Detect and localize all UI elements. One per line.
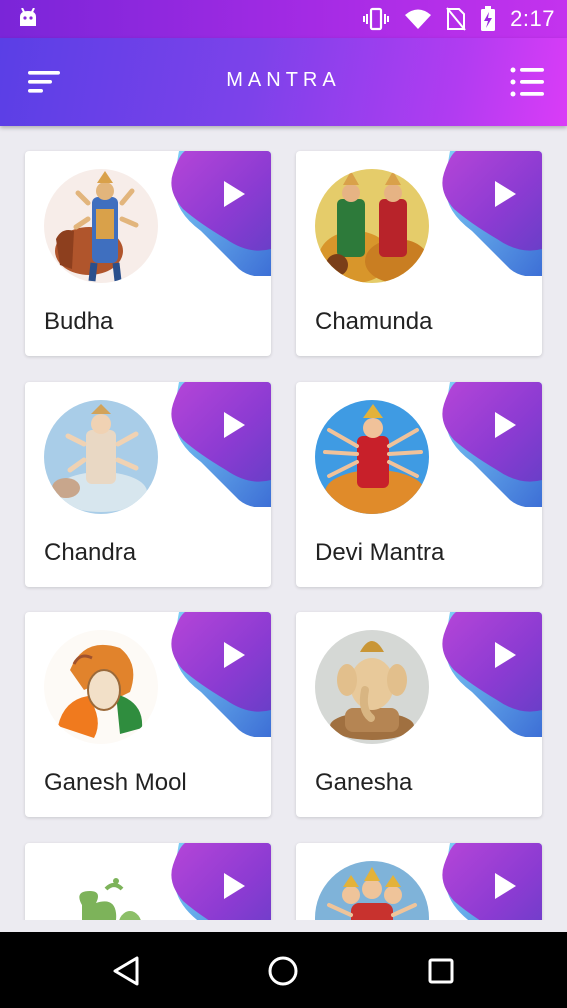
play-button-background bbox=[171, 612, 271, 737]
play-icon[interactable] bbox=[492, 410, 518, 440]
deity-image bbox=[44, 169, 158, 283]
play-button-background bbox=[442, 612, 542, 737]
mantra-name: Ganesh Mool bbox=[44, 769, 187, 796]
mantra-name: Budha bbox=[44, 308, 114, 335]
recents-icon[interactable] bbox=[422, 952, 460, 990]
mantra-card[interactable]: Ganesh Mool bbox=[25, 612, 271, 817]
play-icon[interactable] bbox=[221, 179, 247, 209]
mantra-grid: Budha Chamunda Chandra Devi Mantra Ganes… bbox=[0, 126, 567, 920]
mantra-name: Chamunda bbox=[315, 308, 433, 335]
vibrate-icon bbox=[363, 7, 390, 31]
page-title: MANTRA bbox=[226, 69, 341, 91]
mantra-card[interactable] bbox=[296, 843, 542, 920]
deity-image bbox=[315, 861, 429, 920]
deity-image bbox=[44, 630, 158, 744]
android-robot-icon bbox=[20, 8, 36, 26]
mantra-name: Devi Mantra bbox=[315, 539, 445, 566]
navigation-bar bbox=[0, 932, 567, 1008]
deity-image bbox=[44, 861, 158, 920]
list-icon[interactable] bbox=[509, 64, 545, 100]
no-sim-icon bbox=[446, 7, 466, 31]
battery-charging-icon bbox=[481, 6, 496, 31]
deity-image bbox=[315, 400, 429, 514]
play-button-background bbox=[171, 382, 271, 507]
play-icon[interactable] bbox=[492, 179, 518, 209]
mantra-card[interactable]: Devi Mantra bbox=[296, 382, 542, 587]
deity-image bbox=[315, 630, 429, 744]
status-bar: 2:17 bbox=[0, 0, 567, 38]
mantra-card[interactable]: Budha bbox=[25, 151, 271, 356]
play-icon[interactable] bbox=[221, 871, 247, 901]
status-time: 2:17 bbox=[510, 6, 555, 31]
play-icon[interactable] bbox=[221, 410, 247, 440]
mantra-card[interactable]: Ganesha bbox=[296, 612, 542, 817]
play-button-background bbox=[442, 382, 542, 507]
mantra-card[interactable] bbox=[25, 843, 271, 920]
mantra-card[interactable]: Chamunda bbox=[296, 151, 542, 356]
app-bar: MANTRA bbox=[0, 38, 567, 126]
wifi-icon bbox=[405, 9, 432, 29]
play-icon[interactable] bbox=[492, 871, 518, 901]
play-button-background bbox=[442, 151, 542, 276]
mantra-name: Ganesha bbox=[315, 769, 413, 796]
play-icon[interactable] bbox=[492, 640, 518, 670]
deity-image bbox=[44, 400, 158, 514]
mantra-card[interactable]: Chandra bbox=[25, 382, 271, 587]
play-icon[interactable] bbox=[221, 640, 247, 670]
back-icon[interactable] bbox=[107, 952, 145, 990]
home-icon[interactable] bbox=[264, 952, 302, 990]
deity-image bbox=[315, 169, 429, 283]
play-button-background bbox=[171, 151, 271, 276]
mantra-name: Chandra bbox=[44, 539, 137, 566]
